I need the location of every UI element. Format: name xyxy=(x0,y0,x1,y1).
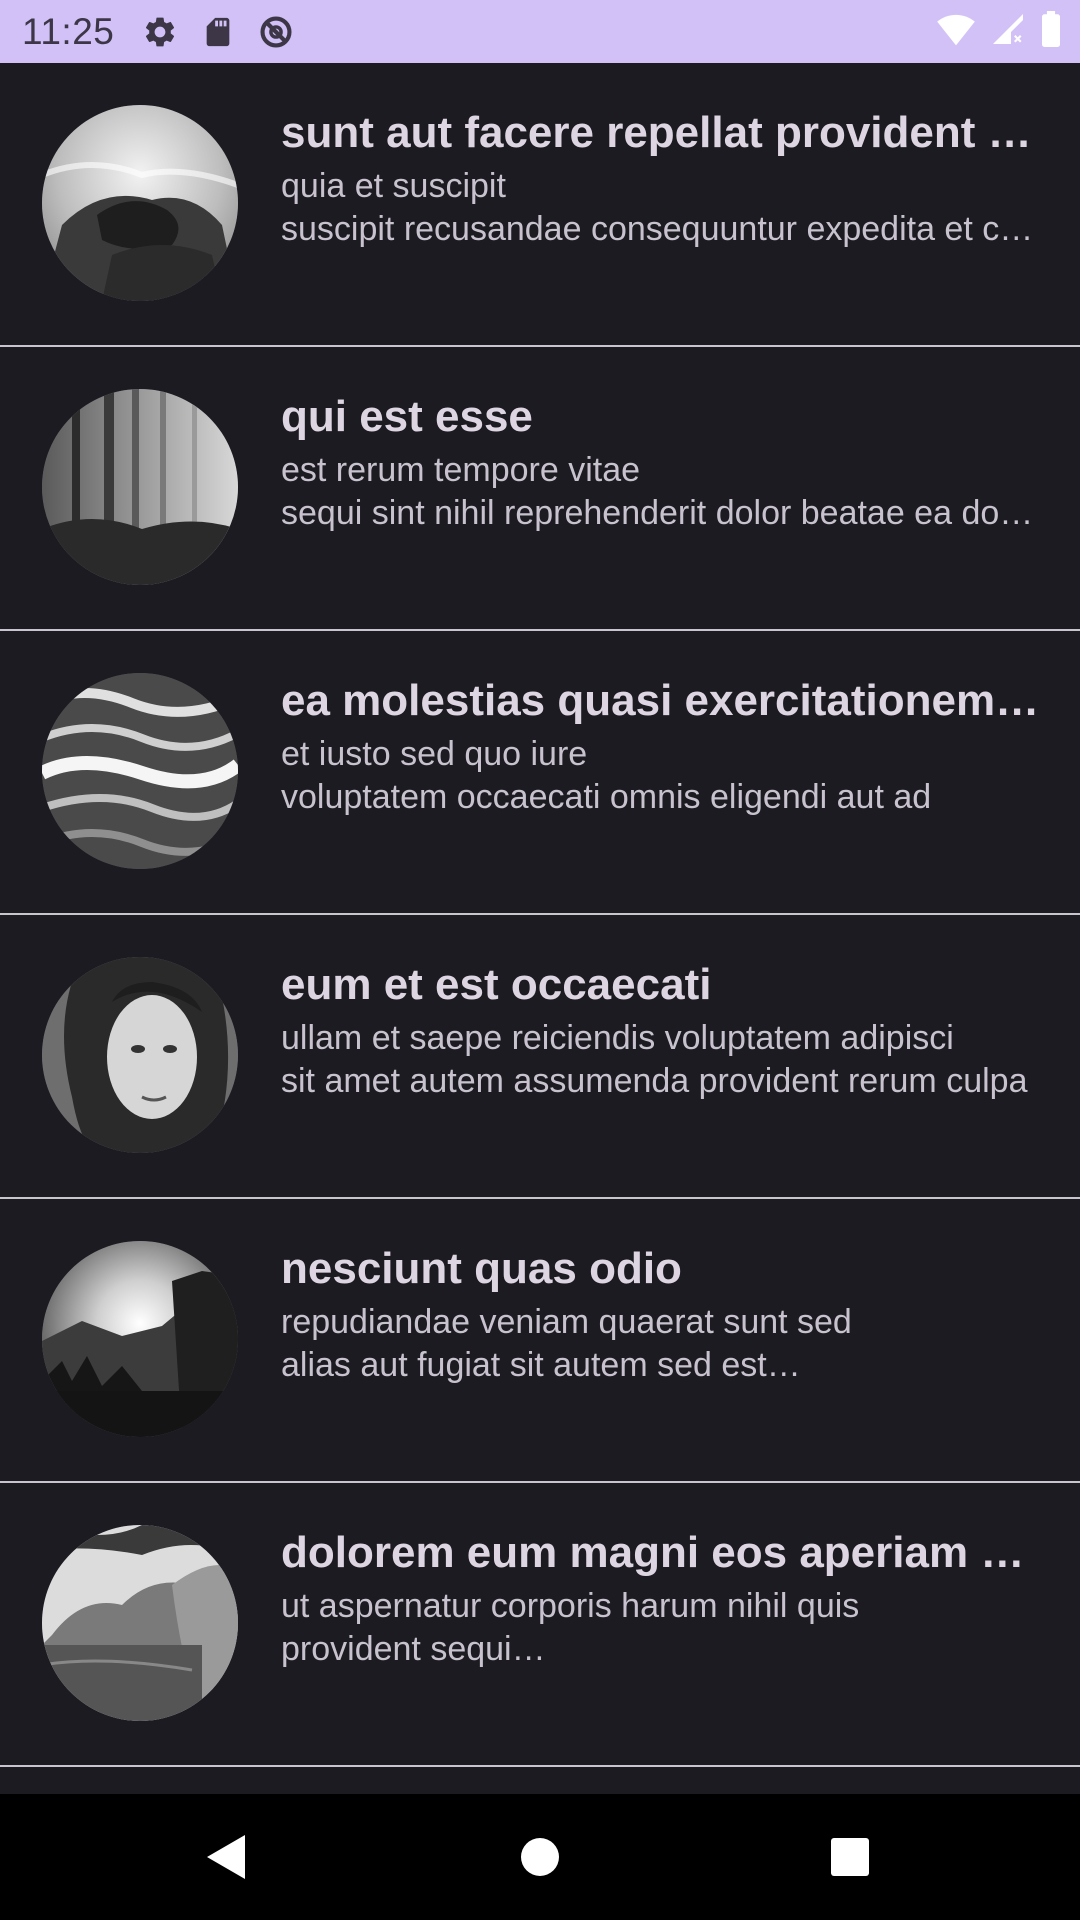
list-item[interactable]: eum et est occaecati ullam et saepe reic… xyxy=(0,915,1080,1199)
post-body-line: ullam et saepe reiciendis voluptatem adi… xyxy=(281,1019,954,1057)
post-title: dolorem eum magni eos aperiam quia xyxy=(281,1528,1040,1577)
post-body-line: voluptatem occaecati omnis eligendi aut … xyxy=(281,778,932,816)
post-body-line: ut aspernatur corporis harum nihil quis xyxy=(281,1587,860,1625)
status-bar: 11:25 xyxy=(0,0,1080,63)
home-icon[interactable] xyxy=(480,1794,600,1920)
post-body-line: alias aut fugiat sit autem sed est… xyxy=(281,1346,801,1384)
back-icon[interactable] xyxy=(166,1794,286,1920)
list-item[interactable]: nesciunt quas odio repudiandae veniam qu… xyxy=(0,1199,1080,1483)
recents-icon[interactable] xyxy=(790,1794,910,1920)
post-title: sunt aut facere repellat provident occae… xyxy=(281,108,1040,157)
post-body-line: provident sequi… xyxy=(281,1630,546,1668)
battery-icon xyxy=(1040,11,1062,52)
post-body-line: sit amet autem assumenda provident rerum… xyxy=(281,1062,1028,1100)
post-body-line: est rerum tempore vitae xyxy=(281,451,641,489)
navigation-bar xyxy=(0,1794,1080,1920)
post-title: ea molestias quasi exercitationem repell… xyxy=(281,676,1040,725)
settings-icon xyxy=(140,12,180,52)
data-saver-icon xyxy=(256,12,296,52)
misty-forest-image xyxy=(42,389,238,585)
post-body-line: et iusto sed quo iure xyxy=(281,735,588,773)
post-body-line: quia et suscipit xyxy=(281,167,506,205)
woman-portrait-image xyxy=(42,957,238,1153)
status-time: 11:25 xyxy=(22,10,115,52)
valley-sunrise-image xyxy=(42,1241,238,1437)
sd-card-icon xyxy=(198,12,238,52)
post-body-line: suscipit recusandae consequuntur expedit… xyxy=(281,210,1040,248)
ocean-waves-image xyxy=(42,673,238,869)
list-item[interactable]: sunt aut facere repellat provident occae… xyxy=(0,63,1080,347)
post-list[interactable]: sunt aut facere repellat provident occae… xyxy=(0,63,1080,1793)
wifi-icon xyxy=(936,11,976,52)
post-title: eum et est occaecati xyxy=(281,960,712,1009)
list-item[interactable]: qui est esse est rerum tempore vitae seq… xyxy=(0,347,1080,631)
post-body-line: sequi sint nihil reprehenderit dolor bea… xyxy=(281,494,1040,532)
post-title: nesciunt quas odio xyxy=(281,1244,682,1293)
post-body-line: repudiandae veniam quaerat sunt sed xyxy=(281,1303,852,1341)
coastal-cliff-image xyxy=(42,1525,238,1721)
cellular-signal-icon xyxy=(990,11,1026,52)
list-item[interactable]: ea molestias quasi exercitationem repell… xyxy=(0,631,1080,915)
list-item[interactable]: dolorem eum magni eos aperiam quia ut as… xyxy=(0,1483,1080,1767)
post-title: qui est esse xyxy=(281,392,533,441)
rock-waves-image xyxy=(42,105,238,301)
